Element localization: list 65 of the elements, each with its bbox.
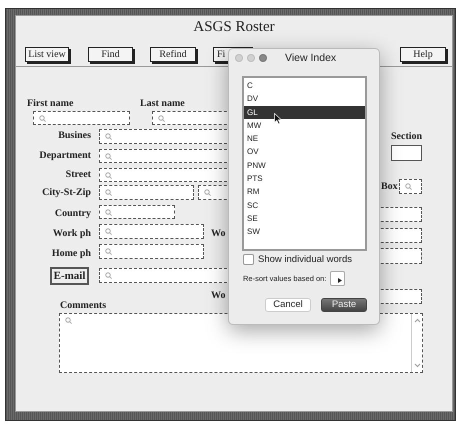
list-item[interactable]: GL xyxy=(244,106,365,119)
field-label: Department xyxy=(38,150,91,162)
layout-title: ASGS Roster xyxy=(192,19,276,36)
dialog-button[interactable]: Cancel xyxy=(265,298,311,312)
search-icon xyxy=(105,172,112,179)
list-item[interactable]: RM xyxy=(244,185,365,199)
field-label: Wo xyxy=(211,228,226,240)
search-icon xyxy=(105,153,112,160)
checkbox[interactable] xyxy=(243,254,254,265)
list-item[interactable]: C xyxy=(244,79,365,92)
search-icon xyxy=(158,115,165,122)
search-icon xyxy=(105,209,112,216)
field-label: Country xyxy=(54,208,91,220)
list-item[interactable]: SW xyxy=(244,225,365,239)
search-icon xyxy=(65,317,72,324)
field-label: Busines xyxy=(57,130,91,142)
toolbar-button[interactable]: Refind xyxy=(150,47,196,62)
input-field[interactable] xyxy=(391,145,422,161)
dialog-button[interactable]: Paste xyxy=(321,298,367,312)
search-icon xyxy=(105,248,112,255)
field-label: First name xyxy=(27,98,74,110)
toolbar-button[interactable]: List view xyxy=(25,47,69,62)
list-item[interactable]: PNW xyxy=(244,158,365,172)
list-item[interactable]: DV xyxy=(244,92,365,106)
field-label: Section xyxy=(391,131,422,143)
field-label: Home ph xyxy=(50,248,91,260)
field-label: Comments xyxy=(60,300,106,312)
search-icon xyxy=(405,183,412,190)
scroll-down-icon[interactable] xyxy=(414,363,420,368)
comments-field[interactable] xyxy=(59,313,423,373)
list-item[interactable]: SE xyxy=(244,212,365,226)
list-item[interactable]: NE xyxy=(244,132,365,146)
list-item[interactable]: OV xyxy=(244,145,365,159)
toolbar-button[interactable]: Find xyxy=(88,47,133,62)
triangle-icon xyxy=(338,278,342,283)
input-field[interactable] xyxy=(33,111,130,125)
input-field[interactable] xyxy=(99,224,204,239)
toolbar-button[interactable]: Help xyxy=(400,47,446,62)
field-label: Last name xyxy=(140,98,185,110)
input-field[interactable] xyxy=(99,205,175,219)
search-icon xyxy=(105,272,112,279)
field-label: Street xyxy=(64,169,91,181)
list-item[interactable]: PTS xyxy=(244,172,365,186)
popup-button[interactable] xyxy=(330,271,346,286)
input-field[interactable] xyxy=(399,179,422,194)
list-item[interactable]: SC xyxy=(244,198,365,212)
search-icon xyxy=(105,189,112,196)
search-icon xyxy=(105,228,112,235)
pointer-icon xyxy=(274,113,282,125)
field-label: Wo xyxy=(211,290,226,302)
field-label: Work ph xyxy=(52,228,91,240)
zoom-icon[interactable] xyxy=(259,54,267,62)
scrollbar[interactable] xyxy=(411,314,422,372)
search-icon xyxy=(204,189,211,196)
field-label: City-St-Zip xyxy=(41,187,91,199)
dialog-title: View Index xyxy=(285,52,336,64)
field-label: Box xyxy=(381,181,398,193)
scroll-up-icon[interactable] xyxy=(414,318,420,323)
search-icon xyxy=(105,133,112,140)
input-field[interactable] xyxy=(99,244,204,259)
list-item[interactable]: MW xyxy=(244,118,365,132)
input-field[interactable] xyxy=(99,185,194,200)
search-icon xyxy=(39,115,46,122)
field-label: E-mail xyxy=(50,267,89,285)
checkbox-label: Show individual words xyxy=(258,254,352,265)
